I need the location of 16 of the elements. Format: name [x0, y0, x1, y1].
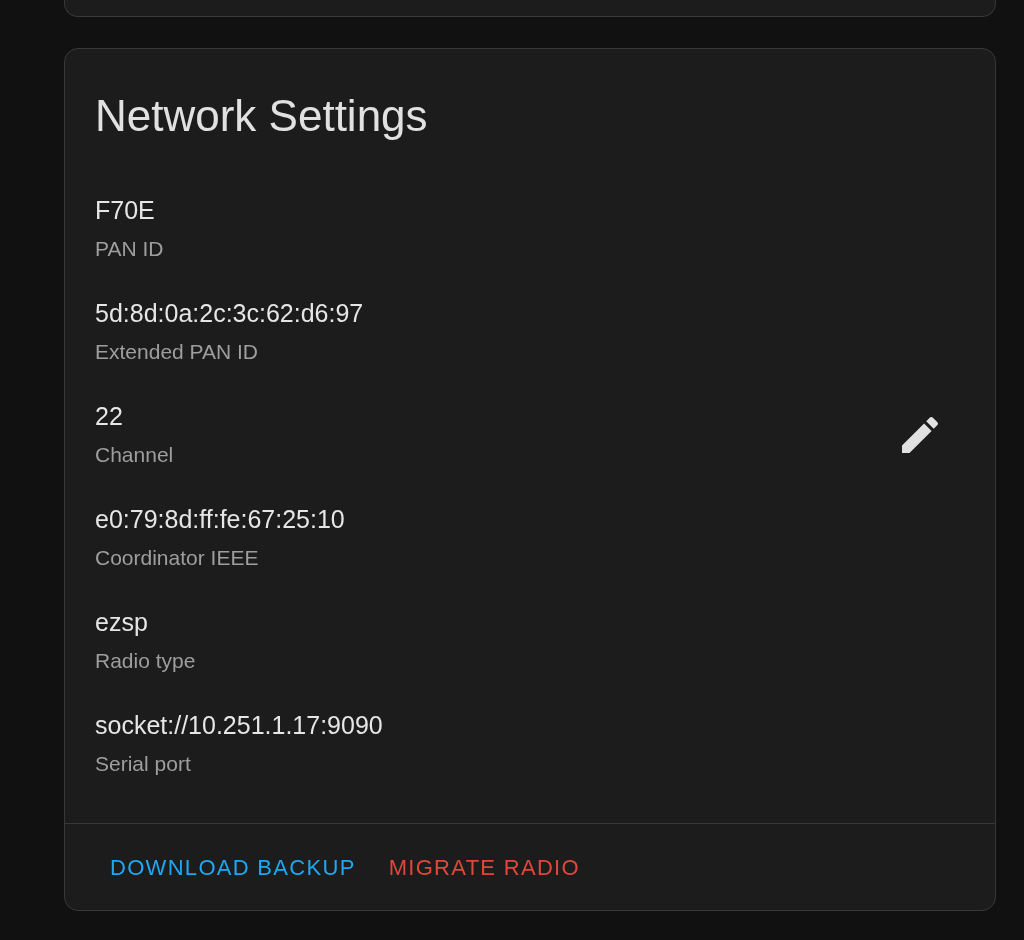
field-label: PAN ID [95, 236, 164, 262]
field-value: F70E [95, 195, 155, 226]
action-button[interactable]: MIGRATE RADIO [372, 843, 596, 891]
field-label: Serial port [95, 751, 191, 777]
field-label: Coordinator IEEE [95, 545, 259, 571]
action-button[interactable]: DOWNLOAD BACKUP [94, 843, 372, 891]
field-value: e0:79:8d:ff:fe:67:25:10 [95, 504, 345, 535]
field-value: ezsp [95, 607, 148, 638]
field-label: Extended PAN ID [95, 339, 259, 365]
edit-icon[interactable] [902, 416, 938, 453]
field-label: Radio type [95, 648, 196, 674]
field-value: socket://10.251.1.17:9090 [95, 710, 383, 741]
card-title: Network Settings [95, 90, 428, 142]
field-value: 5d:8d:0a:2c:3c:62:d6:97 [95, 298, 364, 329]
field-value: 22 [95, 401, 123, 432]
field-label: Channel [95, 442, 174, 468]
